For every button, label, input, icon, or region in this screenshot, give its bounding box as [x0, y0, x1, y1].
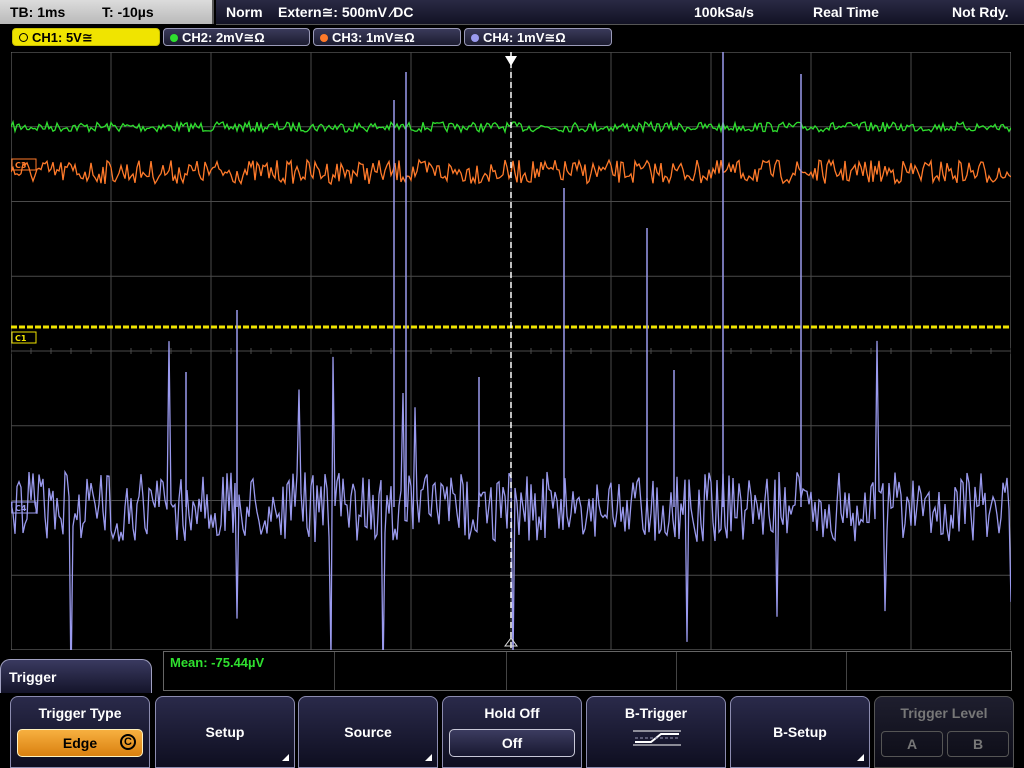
submenu-indicator-icon [425, 754, 432, 761]
tab-ch1-label: CH1: 5V≅ [32, 30, 93, 45]
trigger-level-a-button[interactable]: A [881, 731, 943, 757]
waveform-display[interactable]: C3 C1 C4 [11, 52, 1011, 650]
sample-rate: 100kSa/s [694, 4, 754, 20]
trigger-level-softkey[interactable]: Trigger Level A B [874, 696, 1014, 768]
measurement-cell [676, 652, 847, 690]
trigger-type-softkey[interactable]: Trigger Type Edge C [10, 696, 150, 768]
ch3-dot-icon [320, 33, 328, 42]
tab-ch3[interactable]: CH3: 1mV≅Ω [313, 28, 461, 46]
softkey-label: Trigger Type [38, 705, 122, 721]
source-softkey[interactable]: Source [298, 696, 438, 768]
ch2-dot-icon [170, 33, 178, 42]
softkey-label: Hold Off [484, 705, 540, 721]
tab-ch2-label: CH2: 2mV≅Ω [182, 30, 265, 45]
rotary-knob-icon: C [120, 734, 136, 750]
channel-marker-label: C1 [15, 334, 27, 343]
tab-ch2[interactable]: CH2: 2mV≅Ω [163, 28, 310, 46]
trigger-type-value-button[interactable]: Edge C [17, 729, 143, 757]
menu-title: Trigger [0, 659, 152, 693]
channel-marker-label: C4 [15, 504, 27, 513]
tab-ch1[interactable]: CH1: 5V≅ [12, 28, 160, 46]
softkey-label: B-Setup [773, 724, 827, 740]
measurement-cell [334, 652, 507, 690]
softkey-label: Setup [205, 724, 245, 740]
channel-marker-label: C3 [15, 161, 26, 170]
timebase-readout: TB: 1ms [10, 4, 66, 20]
b-trigger-edge-icon [633, 730, 681, 746]
tab-ch4-label: CH4: 1mV≅Ω [483, 30, 566, 45]
acquisition-mode: Real Time [813, 4, 879, 20]
ch1-dot-icon [19, 33, 28, 43]
run-status: Not Rdy. [952, 4, 1009, 20]
trigger-time-readout: T: -10µs [102, 4, 154, 20]
tab-ch3-label: CH3: 1mV≅Ω [332, 30, 415, 45]
softkey-value: Edge [62, 735, 98, 751]
tab-ch4[interactable]: CH4: 1mV≅Ω [464, 28, 612, 46]
acquisition-status: Norm Extern≅: 500mV ⁄DC 100kSa/s Real Ti… [216, 0, 1024, 25]
mean-measurement: Mean: -75.44µV [170, 655, 265, 670]
channel-tabs: CH1: 5V≅ CH2: 2mV≅Ω CH3: 1mV≅Ω CH4: 1mV≅… [0, 26, 1024, 48]
softkey-label: B-Trigger [624, 705, 688, 721]
submenu-indicator-icon [857, 754, 864, 761]
hold-off-softkey[interactable]: Hold Off Off [442, 696, 582, 768]
timebase-box[interactable]: TB: 1ms T: -10µs [0, 0, 214, 24]
trigger-mode: Norm [226, 4, 263, 20]
b-trigger-softkey[interactable]: B-Trigger [586, 696, 726, 768]
hold-off-value-button[interactable]: Off [449, 729, 575, 757]
trigger-source: Extern≅: 500mV ⁄DC [278, 4, 414, 20]
setup-softkey[interactable]: Setup [155, 696, 295, 768]
softkey-label: Source [344, 724, 392, 740]
measurement-panel: Mean: -75.44µV [163, 651, 1012, 691]
submenu-indicator-icon [282, 754, 289, 761]
ch4-dot-icon [471, 33, 479, 42]
b-setup-softkey[interactable]: B-Setup [730, 696, 870, 768]
status-bar: TB: 1ms T: -10µs Norm Extern≅: 500mV ⁄DC… [0, 0, 1024, 25]
trigger-level-b-button[interactable]: B [947, 731, 1009, 757]
softkey-label: Trigger Level [900, 705, 988, 721]
waveform-svg: C3 C1 C4 [11, 52, 1011, 650]
measurement-cell [506, 652, 677, 690]
